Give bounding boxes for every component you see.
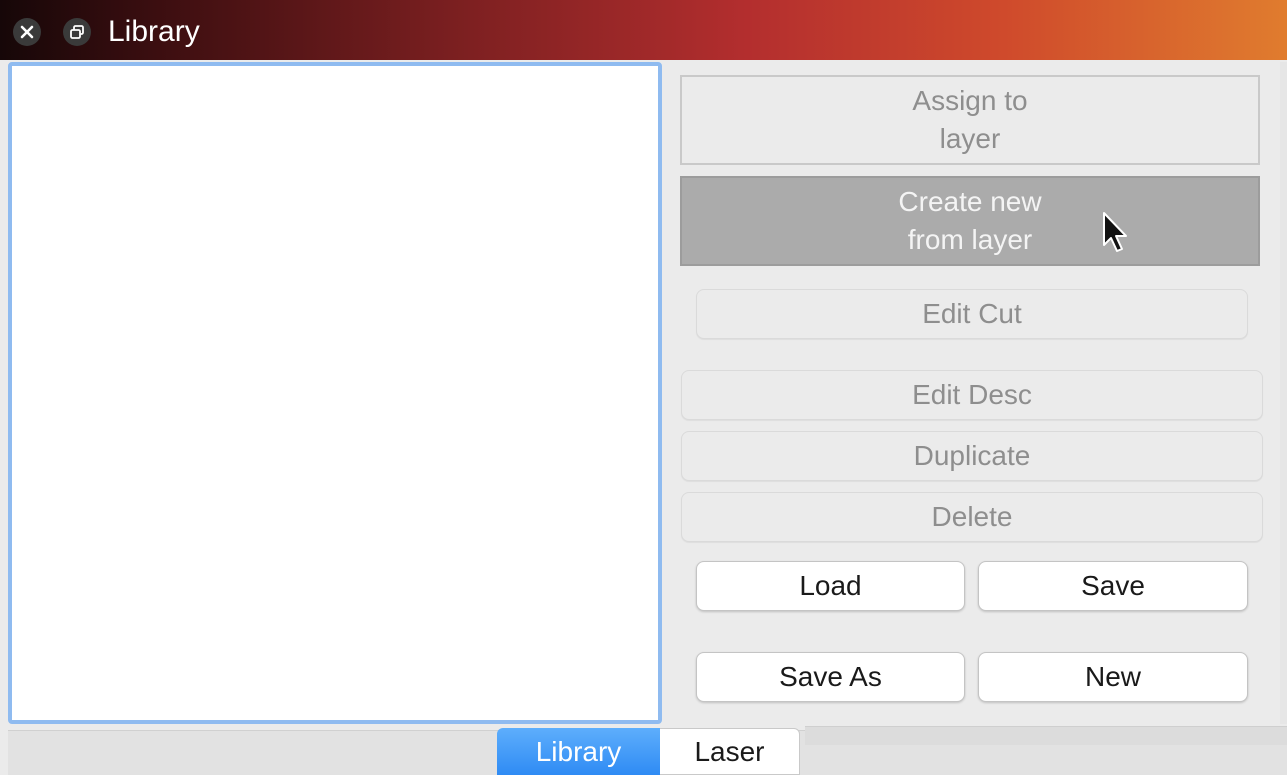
tab-library-label: Library [535, 735, 622, 767]
mouse-pointer-icon [1103, 212, 1127, 252]
tab-laser[interactable]: Laser [660, 728, 800, 775]
assign-to-layer-label-line1: Assign to [912, 85, 1028, 116]
edit-cut-button[interactable]: Edit Cut [696, 289, 1248, 339]
window-title: Library [108, 15, 200, 48]
save-as-button[interactable]: Save As [696, 652, 965, 702]
tab-bar-right [805, 726, 1287, 745]
restore-icon[interactable] [63, 18, 91, 46]
delete-label: Delete [931, 501, 1013, 532]
new-label: New [1084, 661, 1141, 692]
create-new-label-line1: Create new [898, 186, 1042, 217]
library-list-content[interactable] [12, 66, 658, 720]
load-label: Load [799, 570, 862, 601]
assign-to-layer-button[interactable]: Assign to layer [680, 75, 1260, 165]
create-new-label-line2: from layer [907, 224, 1033, 255]
edit-desc-button[interactable]: Edit Desc [681, 370, 1263, 420]
load-button[interactable]: Load [696, 561, 965, 611]
library-list[interactable] [8, 62, 662, 724]
edit-cut-label: Edit Cut [922, 298, 1022, 329]
delete-button[interactable]: Delete [681, 492, 1263, 542]
tab-laser-label: Laser [694, 735, 765, 767]
save-as-label: Save As [779, 661, 882, 692]
save-label: Save [1081, 570, 1145, 601]
save-button[interactable]: Save [978, 561, 1248, 611]
library-window: Library Assign to layer Create new from … [0, 0, 1287, 775]
create-new-from-layer-button[interactable]: Create new from layer [680, 176, 1260, 266]
title-bar[interactable]: Library [0, 0, 1287, 60]
tab-library[interactable]: Library [497, 728, 660, 775]
edit-desc-label: Edit Desc [912, 379, 1032, 410]
assign-to-layer-label-line2: layer [939, 123, 1001, 154]
duplicate-label: Duplicate [913, 440, 1031, 471]
close-icon[interactable] [13, 18, 41, 46]
new-button[interactable]: New [978, 652, 1248, 702]
panel-edge [1280, 62, 1287, 724]
duplicate-button[interactable]: Duplicate [681, 431, 1263, 481]
